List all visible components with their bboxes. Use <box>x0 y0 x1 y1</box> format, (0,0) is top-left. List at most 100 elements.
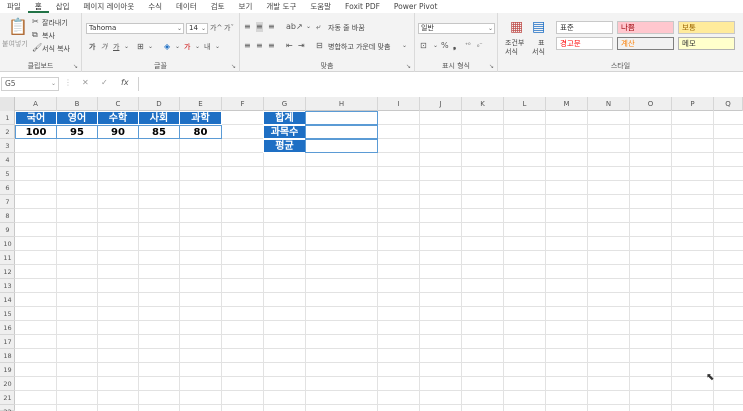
align-right-icon[interactable]: ≡ <box>268 41 275 51</box>
tab-page-layout[interactable]: 페이지 레이아웃 <box>77 0 142 13</box>
tab-review[interactable]: 검토 <box>204 0 232 13</box>
row-header[interactable]: 14 <box>0 293 15 307</box>
shrink-font-icon[interactable]: 가ˇ <box>224 23 234 33</box>
fill-color-icon[interactable]: ◈ <box>164 42 170 52</box>
align-top-icon[interactable]: ≡ <box>244 22 251 32</box>
row-header[interactable]: 12 <box>0 265 15 279</box>
style-neutral[interactable]: 보통 <box>678 21 735 34</box>
column-header[interactable]: G <box>264 97 306 111</box>
align-bottom-icon[interactable]: ≡ <box>268 22 275 32</box>
font-size-select[interactable]: 14 ⌄ <box>186 23 208 34</box>
format-painter-button[interactable]: 서식 복사 <box>42 44 70 54</box>
cell-b1[interactable]: 영어 <box>56 111 98 125</box>
select-all-button[interactable] <box>0 97 15 111</box>
paste-icon[interactable]: 📋 <box>8 18 28 36</box>
tab-data[interactable]: 데이터 <box>169 0 204 13</box>
row-header[interactable]: 9 <box>0 223 15 237</box>
cut-button[interactable]: 잘라내기 <box>42 18 68 28</box>
chevron-down-icon[interactable]: ⌄ <box>148 42 153 52</box>
currency-icon[interactable]: ⊡ <box>420 41 427 51</box>
cell-e1[interactable]: 과학 <box>179 111 222 125</box>
row-header[interactable]: 15 <box>0 307 15 321</box>
align-left-icon[interactable]: ≡ <box>244 41 251 51</box>
increase-decimal-icon[interactable]: ⁺⁰ <box>465 41 471 51</box>
column-header[interactable]: H <box>306 97 378 111</box>
cell-b2[interactable]: 95 <box>56 125 98 139</box>
row-header[interactable]: 17 <box>0 335 15 349</box>
row-header[interactable]: 2 <box>0 125 15 139</box>
cell-h3[interactable] <box>305 139 378 153</box>
cell-e2[interactable]: 80 <box>179 125 222 139</box>
insert-function-icon[interactable]: fx <box>121 78 129 87</box>
tab-power-pivot[interactable]: Power Pivot <box>387 0 444 13</box>
row-header[interactable]: 7 <box>0 195 15 209</box>
cell-d1[interactable]: 사회 <box>138 111 180 125</box>
bold-icon[interactable]: 가 <box>89 42 95 52</box>
row-header[interactable]: 6 <box>0 181 15 195</box>
column-header[interactable]: I <box>378 97 420 111</box>
cell-g1[interactable]: 합계 <box>263 111 306 125</box>
row-header[interactable]: 3 <box>0 139 15 153</box>
italic-icon[interactable]: 가 <box>101 42 107 52</box>
tab-view[interactable]: 보기 <box>232 0 260 13</box>
chevron-down-icon[interactable]: ⌄ <box>433 41 438 51</box>
decrease-decimal-icon[interactable]: ₀⁻ <box>477 41 483 51</box>
name-box[interactable]: G5 ⌄ <box>1 77 59 91</box>
cell-g2[interactable]: 과목수 <box>263 125 306 139</box>
font-name-select[interactable]: Tahoma ⌄ <box>86 23 184 34</box>
underline-icon[interactable]: 가 <box>113 42 119 52</box>
row-header[interactable]: 21 <box>0 391 15 405</box>
tab-formulas[interactable]: 수식 <box>141 0 169 13</box>
style-normal[interactable]: 표준 <box>556 21 613 34</box>
clipboard-launcher-icon[interactable]: ↘ <box>73 63 78 70</box>
column-header[interactable]: N <box>588 97 630 111</box>
style-warning-text[interactable]: 경고문 <box>556 37 613 50</box>
tab-home[interactable]: 홈 <box>27 0 49 13</box>
format-as-table-label-2[interactable]: 서식 <box>532 47 545 57</box>
cell-c1[interactable]: 수학 <box>97 111 139 125</box>
cancel-icon[interactable]: ✕ <box>82 78 89 87</box>
row-header[interactable]: 16 <box>0 321 15 335</box>
comma-icon[interactable]: ❟ <box>453 41 456 51</box>
style-calculation[interactable]: 계산 <box>617 37 674 50</box>
font-color-icon[interactable]: 가 <box>184 42 190 52</box>
chevron-down-icon[interactable]: ⌄ <box>306 22 311 32</box>
phonetic-icon[interactable]: 내 <box>204 42 210 52</box>
conditional-formatting-label-2[interactable]: 서식 <box>505 47 518 57</box>
borders-icon[interactable]: ⊞ <box>137 42 144 52</box>
chevron-down-icon[interactable]: ⌄ <box>124 42 129 52</box>
cell-a1[interactable]: 국어 <box>15 111 57 125</box>
number-launcher-icon[interactable]: ↘ <box>489 63 494 70</box>
row-header[interactable]: 1 <box>0 111 15 125</box>
paste-button[interactable]: 붙여넣기 <box>2 39 28 49</box>
column-header[interactable]: J <box>420 97 462 111</box>
percent-icon[interactable]: % <box>441 41 449 51</box>
column-header[interactable]: K <box>462 97 504 111</box>
cell-d2[interactable]: 85 <box>138 125 180 139</box>
enter-icon[interactable]: ✓ <box>101 78 108 87</box>
cell-a2[interactable]: 100 <box>15 125 57 139</box>
column-header[interactable]: A <box>15 97 57 111</box>
chevron-down-icon[interactable]: ⌄ <box>175 42 180 52</box>
font-launcher-icon[interactable]: ↘ <box>231 63 236 70</box>
column-header[interactable]: D <box>139 97 180 111</box>
column-header[interactable]: P <box>672 97 714 111</box>
formula-input[interactable] <box>138 77 743 91</box>
tab-file[interactable]: 파일 <box>0 0 28 13</box>
chevron-down-icon[interactable]: ⌄ <box>402 41 407 51</box>
column-header[interactable]: Q <box>714 97 743 111</box>
wrap-text-button[interactable]: 자동 줄 바꿈 <box>328 23 365 33</box>
worksheet-grid[interactable]: 국어 영어 수학 사회 과학 100 95 90 85 80 합계 과목수 평균 <box>15 111 743 411</box>
row-header[interactable]: 20 <box>0 377 15 391</box>
style-note[interactable]: 메모 <box>678 37 735 50</box>
number-format-select[interactable]: 일반 ⌄ <box>418 23 495 34</box>
chevron-down-icon[interactable]: ⌄ <box>195 42 200 52</box>
conditional-formatting-icon[interactable]: ▦ <box>510 19 523 35</box>
cell-h2[interactable] <box>305 125 378 139</box>
chevron-down-icon[interactable]: ⌄ <box>215 42 220 52</box>
decrease-indent-icon[interactable]: ⇤ <box>286 41 293 51</box>
style-bad[interactable]: 나쁨 <box>617 21 674 34</box>
increase-indent-icon[interactable]: ⇥ <box>298 41 305 51</box>
alignment-launcher-icon[interactable]: ↘ <box>406 63 411 70</box>
row-header[interactable]: 19 <box>0 363 15 377</box>
